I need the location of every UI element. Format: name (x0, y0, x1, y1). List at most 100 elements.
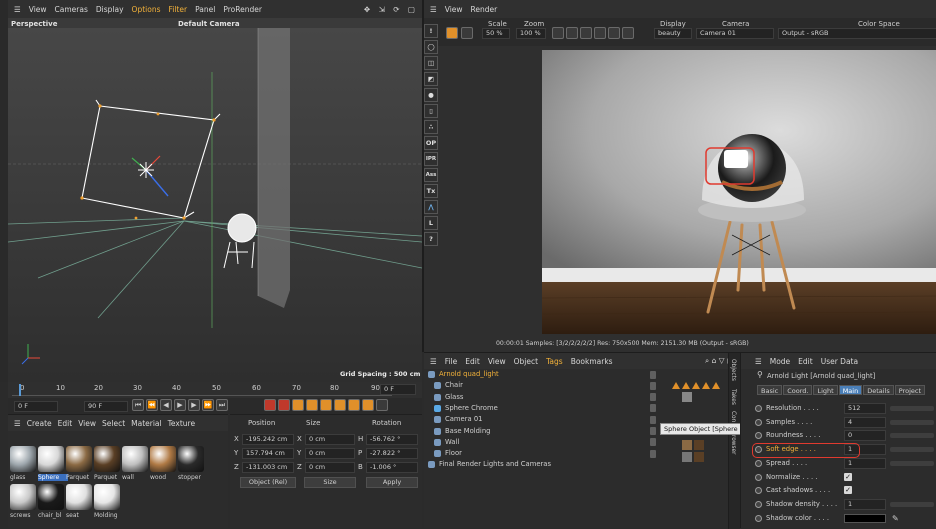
obj-menu-object[interactable]: Object (514, 357, 538, 366)
attribute-checkbox[interactable]: ✓ (844, 486, 852, 495)
tab-project[interactable]: Project (894, 385, 926, 395)
move-key-icon[interactable] (306, 399, 318, 411)
obj-menu-edit[interactable]: Edit (465, 357, 480, 366)
animate-dot-icon[interactable] (755, 432, 762, 440)
viewport-menu-prorender[interactable]: ProRender (223, 5, 262, 14)
sphere-icon[interactable]: ● (424, 88, 438, 102)
attribute-checkbox[interactable]: ✓ (844, 472, 852, 481)
object-row[interactable]: Final Render Lights and Cameras (426, 459, 654, 470)
animate-dot-icon[interactable] (755, 514, 762, 522)
material-swatch[interactable] (178, 446, 204, 472)
viewport-menu-panel[interactable]: Panel (195, 5, 215, 14)
tab-basic[interactable]: Basic (757, 385, 783, 395)
attribute-slider[interactable] (890, 406, 934, 411)
attr-menu-mode[interactable]: Mode (770, 357, 790, 366)
hamburger-icon[interactable]: ☰ (14, 419, 21, 428)
object-row[interactable]: Arnold quad_light (426, 369, 656, 380)
play-render-icon[interactable] (446, 27, 458, 39)
viewport-menu-cameras[interactable]: Cameras (55, 5, 88, 14)
object-row[interactable]: Camera 01 (426, 414, 656, 425)
record-icon[interactable] (264, 399, 276, 411)
animate-dot-icon[interactable] (755, 473, 762, 481)
bulb-icon[interactable]: ◯ (424, 40, 438, 54)
cube-icon[interactable]: ◫ (424, 56, 438, 70)
scale-field[interactable]: 50 % (482, 28, 510, 39)
hamburger-icon[interactable]: ☰ (14, 5, 21, 14)
attr-menu-edit[interactable]: Edit (798, 357, 813, 366)
viewport-menu-filter[interactable]: Filter (169, 5, 188, 14)
dots-icon[interactable]: ∴ (424, 120, 438, 134)
apply-button[interactable]: Apply (366, 477, 418, 488)
material-swatch[interactable] (10, 446, 36, 472)
display-select[interactable]: beauty (654, 28, 692, 39)
prev-frame-icon[interactable]: ◀ (160, 399, 172, 411)
material-swatch[interactable] (94, 446, 120, 472)
attribute-row[interactable]: Shadow color . . . . ✎ (752, 512, 936, 525)
colorspace-select[interactable]: Output - sRGB (778, 28, 936, 39)
timeline-ruler[interactable]: 0 10 20 30 40 50 60 70 80 90 (12, 384, 392, 396)
grid-toggle-icon[interactable] (566, 27, 578, 39)
op-icon[interactable]: OP (424, 136, 438, 150)
obj-menu-view[interactable]: View (488, 357, 506, 366)
obj-menu-file[interactable]: File (445, 357, 458, 366)
render-image[interactable] (542, 50, 936, 334)
mat-menu-texture[interactable]: Texture (168, 419, 195, 428)
pos-x-field[interactable]: -195.242 cm (242, 434, 294, 445)
start-frame-field[interactable]: 0 F (14, 401, 58, 412)
viewport-scene[interactable] (8, 28, 422, 382)
box-icon[interactable]: ◩ (424, 72, 438, 86)
rot-h-field[interactable]: -56.762 ° (366, 434, 418, 445)
mat-menu-select[interactable]: Select (102, 419, 125, 428)
hamburger-icon[interactable]: ☰ (430, 357, 437, 366)
material-swatch[interactable] (66, 446, 92, 472)
coord-mode-select[interactable]: Object (Rel) (240, 477, 296, 488)
goto-end-icon[interactable]: ⏭ (216, 399, 228, 411)
attribute-row[interactable]: Samples . . . . 4 (752, 416, 936, 429)
scale-key-icon[interactable] (320, 399, 332, 411)
mat-menu-material[interactable]: Material (131, 419, 161, 428)
grid-icon[interactable] (376, 399, 388, 411)
attribute-row[interactable]: Spread . . . . 1 (752, 457, 936, 470)
mat-menu-view[interactable]: View (78, 419, 96, 428)
attr-menu-userdata[interactable]: User Data (821, 357, 858, 366)
render-menu-view[interactable]: View (445, 5, 463, 14)
tab-main[interactable]: Main (838, 385, 863, 395)
tab-details[interactable]: Details (863, 385, 894, 395)
animate-dot-icon[interactable] (755, 418, 762, 426)
next-frame-icon[interactable]: ▶ (188, 399, 200, 411)
attribute-row[interactable]: Normalize . . . . ✓ (752, 471, 936, 484)
camera-select[interactable]: Camera 01 (696, 28, 774, 39)
ipr-icon[interactable]: IPR (424, 152, 438, 166)
material-swatch[interactable] (66, 484, 92, 510)
eyedropper-icon[interactable]: ✎ (892, 512, 899, 525)
material-swatch[interactable] (150, 446, 176, 472)
size-z-field[interactable]: 0 cm (305, 462, 355, 473)
viewport-menu-view[interactable]: View (29, 5, 47, 14)
ass-icon[interactable]: Ass (424, 168, 438, 182)
clear-icon[interactable] (622, 27, 634, 39)
attribute-slider[interactable] (890, 447, 934, 453)
compare-icon[interactable] (608, 27, 620, 39)
viewport-menu-display[interactable]: Display (96, 5, 124, 14)
autokey-icon[interactable] (278, 399, 290, 411)
keyframe-icon[interactable] (292, 399, 304, 411)
mat-menu-edit[interactable]: Edit (58, 419, 73, 428)
playhead[interactable] (19, 384, 21, 396)
attribute-value-field[interactable]: 1 (844, 498, 886, 510)
obj-menu-tags[interactable]: Tags (546, 357, 563, 366)
object-row[interactable]: Floor (426, 448, 656, 459)
document-icon[interactable]: ▯ (424, 104, 438, 118)
l-icon[interactable]: L (424, 216, 438, 230)
object-row[interactable]: Glass (426, 392, 656, 403)
attribute-slider[interactable] (890, 433, 934, 439)
light-bulb-icon[interactable]: ! (424, 24, 438, 38)
pause-render-icon[interactable] (461, 27, 473, 39)
animate-dot-icon[interactable] (755, 500, 762, 508)
end-frame-field[interactable]: 90 F (84, 401, 128, 412)
object-row[interactable]: Base Molding (426, 426, 656, 437)
attribute-value-field[interactable]: 1 (844, 457, 886, 469)
hamburger-icon[interactable]: ☰ (430, 5, 437, 14)
object-row[interactable]: Chair (426, 380, 656, 391)
crop-icon[interactable] (580, 27, 592, 39)
animate-dot-icon[interactable] (755, 405, 762, 412)
